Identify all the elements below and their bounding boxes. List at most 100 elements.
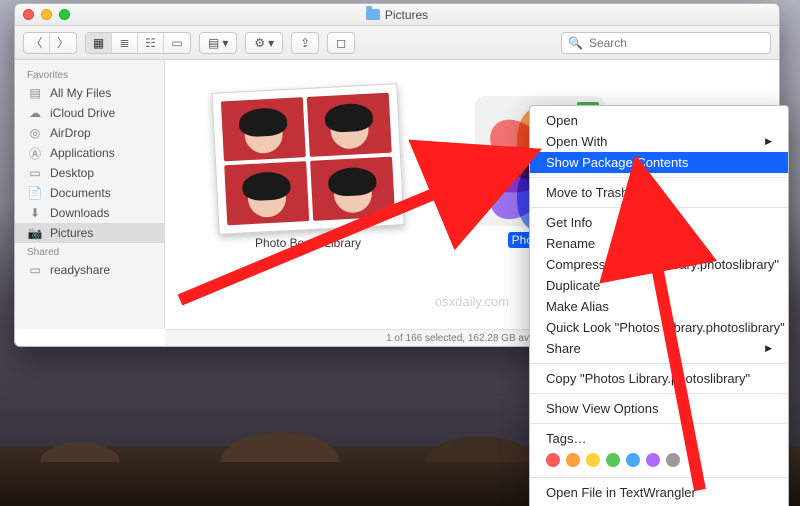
- view-list-button[interactable]: ≣: [112, 33, 138, 53]
- context-menu-item[interactable]: Rename: [530, 233, 788, 254]
- context-menu-item-label: Move to Trash: [546, 185, 628, 200]
- context-menu-item-label: Show View Options: [546, 401, 659, 416]
- context-menu-separator: [530, 423, 788, 424]
- sidebar-heading-favorites: Favorites: [15, 66, 164, 83]
- context-menu-item[interactable]: Open: [530, 110, 788, 131]
- chevron-left-icon: 〈: [30, 37, 42, 49]
- search-input[interactable]: [589, 36, 764, 50]
- context-menu-item-label: Share: [546, 341, 581, 356]
- tag-dot[interactable]: [666, 453, 680, 467]
- documents-icon: 📄: [27, 187, 43, 200]
- photo-booth-thumbnail: [211, 83, 404, 235]
- folder-icon: [366, 9, 380, 20]
- context-menu-item[interactable]: Open File in TextWrangler: [530, 482, 788, 503]
- forward-button[interactable]: 〉: [50, 33, 76, 53]
- context-menu: Open Open With Show Package Contents Move t…: [529, 105, 789, 506]
- pictures-icon: 📷: [27, 227, 43, 240]
- context-menu-item-label: Open With: [546, 134, 607, 149]
- context-menu-item-label: Tags…: [546, 431, 586, 446]
- sidebar-heading-shared: Shared: [15, 243, 164, 260]
- window-title: Pictures: [15, 8, 779, 22]
- coverflow-icon: ▭: [171, 37, 182, 49]
- chevron-down-icon: ▾: [268, 37, 274, 49]
- context-menu-item[interactable]: Share: [530, 338, 788, 359]
- close-window-button[interactable]: [23, 9, 34, 20]
- titlebar[interactable]: Pictures: [15, 4, 779, 26]
- context-menu-item[interactable]: Move to Trash: [530, 182, 788, 203]
- chevron-right-icon: 〉: [57, 37, 69, 49]
- context-menu-item-label: Duplicate: [546, 278, 600, 293]
- applications-icon: Ⓐ: [27, 147, 43, 160]
- tag-dot[interactable]: [586, 453, 600, 467]
- context-menu-separator: [530, 363, 788, 364]
- arrange-button[interactable]: ▤▾: [199, 32, 237, 54]
- context-menu-separator: [530, 177, 788, 178]
- view-switcher: ▦ ≣ ☷ ▭: [85, 32, 191, 54]
- context-menu-item[interactable]: Show View Options: [530, 398, 788, 419]
- zoom-window-button[interactable]: [59, 9, 70, 20]
- share-button[interactable]: ⇪: [291, 32, 319, 54]
- all-my-files-icon: ▤: [27, 87, 43, 100]
- airdrop-icon: ◎: [27, 127, 43, 140]
- context-menu-item-label: Quick Look "Photos Library.photoslibrary…: [546, 320, 785, 335]
- context-menu-item[interactable]: Duplicate: [530, 275, 788, 296]
- context-menu-item[interactable]: Copy "Photos Library.photoslibrary": [530, 368, 788, 389]
- sidebar-item-documents[interactable]: 📄Documents: [15, 183, 164, 203]
- context-menu-item[interactable]: Quick Look "Photos Library.photoslibrary…: [530, 317, 788, 338]
- nav-back-forward: 〈 〉: [23, 32, 77, 54]
- sidebar-item-icloud-drive[interactable]: ☁iCloud Drive: [15, 103, 164, 123]
- context-menu-item-label: Rename: [546, 236, 595, 251]
- context-menu-item[interactable]: Show Package Contents: [530, 152, 788, 173]
- view-column-button[interactable]: ☷: [138, 33, 164, 53]
- action-button[interactable]: ⚙▾: [245, 32, 283, 54]
- desktop-icon: ▭: [27, 167, 43, 180]
- item-label: Photo Booth Library: [215, 236, 401, 250]
- sidebar: Favorites ▤All My Files ☁iCloud Drive ◎A…: [15, 60, 165, 329]
- context-menu-item-label: Compress "Photos Library.photoslibrary": [546, 257, 779, 272]
- search-field[interactable]: 🔍: [561, 32, 771, 54]
- tag-dot[interactable]: [606, 453, 620, 467]
- context-menu-item-label: Make Alias: [546, 299, 609, 314]
- context-menu-item[interactable]: Make Alias: [530, 296, 788, 317]
- downloads-icon: ⬇: [27, 207, 43, 220]
- context-menu-tags: [530, 449, 788, 473]
- sidebar-item-airdrop[interactable]: ◎AirDrop: [15, 123, 164, 143]
- traffic-lights: [23, 9, 70, 20]
- tags-button[interactable]: ◻: [327, 32, 355, 54]
- icloud-drive-icon: ☁: [27, 107, 43, 120]
- sidebar-item-downloads[interactable]: ⬇Downloads: [15, 203, 164, 223]
- context-menu-separator: [530, 393, 788, 394]
- context-menu-separator: [530, 207, 788, 208]
- tag-dot[interactable]: [626, 453, 640, 467]
- tag-icon: ◻: [336, 37, 346, 49]
- view-icon-button[interactable]: ▦: [86, 33, 112, 53]
- tag-dot[interactable]: [646, 453, 660, 467]
- context-menu-separator: [530, 477, 788, 478]
- context-menu-item[interactable]: Tags…: [530, 428, 788, 449]
- back-button[interactable]: 〈: [24, 33, 50, 53]
- context-menu-item-label: Get Info: [546, 215, 592, 230]
- toolbar: 〈 〉 ▦ ≣ ☷ ▭ ▤▾ ⚙▾ ⇪ ◻ 🔍: [15, 26, 779, 60]
- sidebar-item-readyshare[interactable]: ▭readyshare: [15, 260, 164, 280]
- context-menu-item[interactable]: Get Info: [530, 212, 788, 233]
- view-coverflow-button[interactable]: ▭: [164, 33, 190, 53]
- columns-icon: ☷: [145, 37, 156, 49]
- search-icon: 🔍: [568, 37, 583, 49]
- window-title-text: Pictures: [385, 8, 428, 22]
- tag-dot[interactable]: [546, 453, 560, 467]
- sidebar-item-applications[interactable]: ⒶApplications: [15, 143, 164, 163]
- list-icon: ≣: [119, 37, 129, 49]
- context-menu-item[interactable]: Open With: [530, 131, 788, 152]
- share-icon: ⇪: [300, 37, 310, 49]
- tag-dot[interactable]: [566, 453, 580, 467]
- chevron-down-icon: ▾: [222, 37, 228, 49]
- shared-drive-icon: ▭: [27, 264, 43, 277]
- gear-icon: ⚙: [254, 37, 265, 49]
- sidebar-item-all-my-files[interactable]: ▤All My Files: [15, 83, 164, 103]
- context-menu-item[interactable]: Compress "Photos Library.photoslibrary": [530, 254, 788, 275]
- sidebar-item-pictures[interactable]: 📷Pictures: [15, 223, 164, 243]
- minimize-window-button[interactable]: [41, 9, 52, 20]
- item-photo-booth-library[interactable]: Photo Booth Library: [215, 88, 401, 250]
- sidebar-item-desktop[interactable]: ▭Desktop: [15, 163, 164, 183]
- context-menu-item-label: Show Package Contents: [546, 155, 688, 170]
